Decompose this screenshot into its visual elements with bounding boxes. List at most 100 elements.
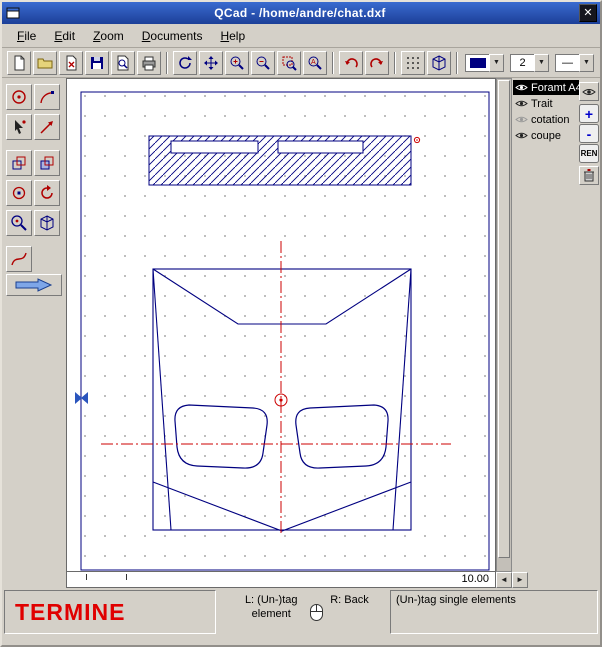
remove-layer-button[interactable]: - <box>579 124 599 143</box>
main-toolbar: A ▼ 2 ▼ — ▼ <box>2 49 600 78</box>
circle-icon <box>10 184 28 202</box>
menu-file[interactable]: File <box>8 26 45 46</box>
tool-lines-button[interactable] <box>34 114 60 140</box>
menu-zoom[interactable]: Zoom <box>84 26 133 46</box>
mode-text: TERMINE <box>15 599 126 626</box>
scroll-right-button[interactable]: ► <box>512 572 528 588</box>
close-file-button[interactable] <box>59 51 83 75</box>
mouse-hint-panel: L: (Un-)tag element R: Back <box>220 590 388 634</box>
window-menu-icon[interactable] <box>5 5 21 21</box>
undo-button[interactable] <box>339 51 363 75</box>
spline-icon <box>10 250 28 268</box>
zoom-window-button[interactable] <box>277 51 301 75</box>
point-icon <box>10 88 28 106</box>
close-icon: ✕ <box>583 7 592 19</box>
color-select-value <box>465 54 489 72</box>
zoom-in-button[interactable] <box>225 51 249 75</box>
continue-button[interactable] <box>6 274 62 296</box>
redraw-button[interactable] <box>173 51 197 75</box>
new-file-button[interactable] <box>7 51 31 75</box>
scroll-left-button[interactable]: ◄ <box>496 572 512 588</box>
menubar: File Edit Zoom Documents Help <box>2 24 600 48</box>
print-button[interactable] <box>137 51 161 75</box>
rotate-icon <box>38 184 56 202</box>
right-mouse-hint: R: Back <box>330 594 369 606</box>
close-button[interactable]: ✕ <box>579 4 597 22</box>
horizontal-ruler: 10.00 <box>66 572 496 588</box>
scroll-left-icon: ◄ <box>500 575 508 584</box>
rename-layer-button[interactable]: REN <box>579 144 599 163</box>
linetype-select[interactable]: — ▼ <box>555 54 594 72</box>
contour-icon <box>38 154 56 172</box>
vertical-scrollbar[interactable] <box>496 78 512 572</box>
tool-splines-button[interactable] <box>6 246 32 272</box>
print-preview-icon <box>115 55 131 71</box>
eye-icon[interactable] <box>515 99 528 108</box>
tool-tag-element-button[interactable] <box>6 114 32 140</box>
drawing-viewport[interactable] <box>66 78 496 572</box>
action-hint-panel: (Un-)tag single elements <box>390 590 598 634</box>
layer-name: coupe <box>531 130 561 142</box>
eye-icon[interactable] <box>515 131 528 140</box>
layer-panel: Foramt A4 Trait cotation coupe + - REN <box>512 78 600 588</box>
eye-icon[interactable] <box>515 83 528 92</box>
tool-rotate-button[interactable] <box>34 180 60 206</box>
isometric-view-button[interactable] <box>427 51 451 75</box>
zoom-in-icon <box>229 55 245 71</box>
menu-documents[interactable]: Documents <box>133 26 212 46</box>
cursor-arrow-icon <box>10 118 28 136</box>
layer-row-foramt-a4[interactable]: Foramt A4 <box>513 80 579 95</box>
open-folder-icon <box>37 55 53 71</box>
grid-toggle-button[interactable] <box>401 51 425 75</box>
redo-icon <box>369 55 385 71</box>
drawing-canvas[interactable] <box>67 79 495 571</box>
vertical-scrollbar-thumb[interactable] <box>498 80 510 558</box>
color-select[interactable]: ▼ <box>465 54 504 72</box>
color-select-dropdown[interactable]: ▼ <box>489 54 504 72</box>
tool-rectangles-button[interactable] <box>6 150 32 176</box>
titlebar[interactable]: QCad - /home/andre/chat.dxf ✕ <box>2 2 600 24</box>
zoom-auto-button[interactable]: A <box>303 51 327 75</box>
menu-help[interactable]: Help <box>211 26 254 46</box>
toolbar-separator <box>332 52 334 74</box>
grid-icon <box>405 55 421 71</box>
layer-row-trait[interactable]: Trait <box>513 96 579 111</box>
main-area: 10.00 Foramt A4 Trait cotation coupe <box>2 78 600 588</box>
print-preview-button[interactable] <box>111 51 135 75</box>
width-select-dropdown[interactable]: ▼ <box>534 54 549 72</box>
layer-row-cotation[interactable]: cotation <box>513 112 579 127</box>
open-file-button[interactable] <box>33 51 57 75</box>
linetype-select-dropdown[interactable]: ▼ <box>579 54 594 72</box>
section-view <box>149 136 420 185</box>
width-select[interactable]: 2 ▼ <box>510 54 549 72</box>
tool-arcs-button[interactable] <box>34 84 60 110</box>
trash-icon <box>583 169 595 182</box>
layer-name: Foramt A4 <box>531 82 579 94</box>
undo-icon <box>343 55 359 71</box>
zoom-out-button[interactable] <box>251 51 275 75</box>
zoom-out-icon <box>255 55 271 71</box>
menu-edit[interactable]: Edit <box>45 26 84 46</box>
pan-arrows-icon <box>203 55 219 71</box>
tool-contours-button[interactable] <box>34 150 60 176</box>
move-view-button[interactable] <box>199 51 223 75</box>
svg-text:A: A <box>311 59 316 66</box>
tool-points-button[interactable] <box>6 84 32 110</box>
redo-button[interactable] <box>365 51 389 75</box>
tool-solids-button[interactable] <box>34 210 60 236</box>
ruler-tick <box>126 574 127 580</box>
chevron-down-icon: ▼ <box>583 59 590 66</box>
delete-layer-button[interactable] <box>579 166 599 185</box>
tool-zoom-tag-button[interactable] <box>6 210 32 236</box>
printer-icon <box>141 55 157 71</box>
chevron-down-icon: ▼ <box>538 59 545 66</box>
layer-row-coupe[interactable]: coupe <box>513 128 579 143</box>
save-file-button[interactable] <box>85 51 109 75</box>
add-layer-button[interactable]: + <box>579 104 599 123</box>
chevron-down-icon: ▼ <box>493 59 500 66</box>
eye-closed-icon[interactable] <box>515 115 528 124</box>
toggle-layer-visibility-button[interactable] <box>579 82 599 101</box>
layer-name: cotation <box>531 114 570 126</box>
tool-circles-button[interactable] <box>6 180 32 206</box>
arrow-right-icon <box>14 278 54 292</box>
